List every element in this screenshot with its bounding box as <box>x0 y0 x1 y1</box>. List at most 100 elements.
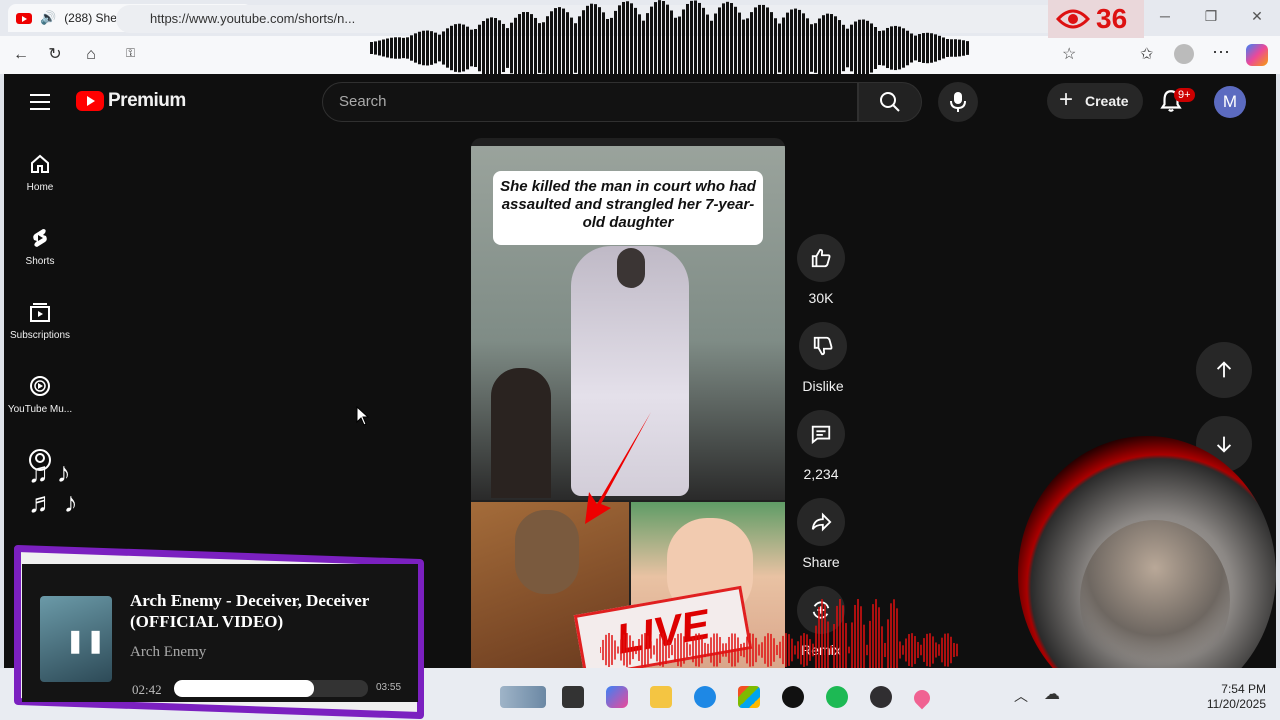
search-placeholder: Search <box>339 93 387 110</box>
song-title: Arch Enemy - Deceiver, Deceiver (OFFICIA… <box>130 591 370 631</box>
edge-browser-icon[interactable] <box>694 686 716 708</box>
search-input[interactable]: Search <box>322 82 858 122</box>
waveform-bar <box>494 18 497 78</box>
comment-count: 2,234 <box>803 466 839 482</box>
video-caption: She killed the man in court who had assa… <box>493 171 763 245</box>
minimize-button[interactable]: ─ <box>1150 8 1180 28</box>
webcam-person <box>1080 520 1230 680</box>
sidebar-item-shorts[interactable]: Shorts <box>4 226 76 267</box>
waveform-bar <box>498 20 501 76</box>
search-icon <box>880 92 900 112</box>
favorites-icon[interactable]: ✩ <box>1140 44 1153 64</box>
share-button[interactable]: Share <box>796 498 846 570</box>
waveform-bar <box>846 28 849 68</box>
waveform-bar <box>966 41 969 55</box>
home-button[interactable]: ⌂ <box>78 42 104 68</box>
waveform-bar <box>810 24 813 72</box>
share-icon <box>811 512 832 532</box>
comments-button[interactable]: 2,234 <box>796 410 846 482</box>
like-count: 30K <box>808 290 834 306</box>
waveform-bar <box>942 37 945 59</box>
waveform-bar <box>638 14 641 82</box>
youtube-premium-logo[interactable]: Premium <box>76 90 186 112</box>
song-progress-bar[interactable] <box>174 680 368 697</box>
song-artist: Arch Enemy <box>130 644 207 660</box>
account-avatar[interactable]: M <box>1214 86 1246 118</box>
waveform-bar <box>606 18 609 78</box>
waveform-bar <box>402 37 405 59</box>
onedrive-cloud-icon[interactable]: ☁ <box>1044 684 1060 704</box>
copilot-app-icon[interactable] <box>606 686 628 708</box>
pause-icon[interactable]: ❚❚ <box>66 628 107 654</box>
file-icon[interactable] <box>562 686 584 708</box>
speaker-icon[interactable]: 🔊 <box>40 10 56 26</box>
waveform-bar <box>646 13 649 83</box>
waveform-bar <box>738 12 741 84</box>
waveform-bar <box>866 20 869 76</box>
waveform-bar <box>938 35 941 61</box>
waveform-bar <box>578 16 581 80</box>
reload-button[interactable]: ↻ <box>42 42 68 68</box>
taskbar-clock[interactable]: 7:54 PM 11/20/2025 <box>1196 682 1266 712</box>
profile-icon[interactable] <box>1174 44 1194 64</box>
waveform-bar <box>874 26 877 70</box>
waveform-bar <box>418 31 421 65</box>
spotify-icon[interactable] <box>826 686 848 708</box>
create-label: Create <box>1085 93 1129 109</box>
waveform-bar <box>610 17 613 79</box>
waveform-bar <box>898 26 901 70</box>
voice-search-button[interactable] <box>938 82 978 122</box>
waveform-bar <box>878 30 881 66</box>
back-button[interactable]: ← <box>8 42 34 68</box>
waveform-bar <box>710 20 713 76</box>
restore-button[interactable]: ❐ <box>1196 8 1226 28</box>
widgets-icon[interactable] <box>500 686 546 708</box>
waveform-bar <box>502 23 505 73</box>
sidebar-item-youtube-music[interactable]: YouTube Mu... <box>4 374 76 415</box>
create-button[interactable]: Create <box>1047 82 1143 119</box>
site-info-icon[interactable]: ⚿ <box>126 46 135 61</box>
red-arrow <box>585 412 651 524</box>
waveform-bar <box>518 14 521 82</box>
waveform-bar <box>870 23 873 73</box>
waveform-bar <box>642 20 645 76</box>
tray-chevron-icon[interactable]: ︿ <box>1014 686 1028 706</box>
waveform-bar <box>778 23 781 73</box>
close-window-button[interactable]: ✕ <box>1242 8 1272 28</box>
waveform-bar <box>882 30 885 66</box>
waveform-bar <box>842 24 845 72</box>
sidebar-item-home[interactable]: Home <box>4 152 76 193</box>
waveform-bar <box>602 12 605 84</box>
waveform-bar <box>714 13 717 83</box>
obs-icon[interactable] <box>870 686 892 708</box>
waveform-bar <box>910 33 913 63</box>
file-explorer-icon[interactable] <box>650 686 672 708</box>
sidebar-label: YouTube Mu... <box>7 404 73 415</box>
waveform-bar <box>858 19 861 77</box>
thumbs-up-icon <box>811 248 831 268</box>
waveform-bar <box>398 37 401 59</box>
copilot-icon[interactable] <box>1246 44 1268 66</box>
sidebar-item-subscriptions[interactable]: Subscriptions <box>4 300 76 341</box>
video-man-face <box>515 510 579 594</box>
like-button[interactable]: 30K <box>796 234 846 306</box>
previous-short-button[interactable] <box>1196 342 1252 398</box>
waveform-bar <box>914 35 917 61</box>
microsoft-store-icon[interactable] <box>738 686 760 708</box>
more-options-icon[interactable]: ⋯ <box>1212 42 1230 63</box>
waveform-bar <box>830 14 833 82</box>
waveform-bar <box>678 16 681 80</box>
video-figure-head <box>617 248 645 288</box>
arrow-up-icon <box>1216 361 1232 378</box>
share-label: Share <box>802 554 840 570</box>
sidebar-label: Home <box>26 182 54 193</box>
search-button[interactable] <box>858 82 922 122</box>
waveform-bar <box>814 23 817 73</box>
favorite-star-icon[interactable]: ☆ <box>1062 44 1076 64</box>
dislike-button[interactable]: Dislike <box>798 322 848 394</box>
waveform-bar <box>918 34 921 62</box>
tiktok-icon[interactable] <box>782 686 804 708</box>
menu-icon[interactable] <box>30 94 50 115</box>
waveform-bar <box>458 23 461 73</box>
waveform-bar <box>542 22 545 74</box>
